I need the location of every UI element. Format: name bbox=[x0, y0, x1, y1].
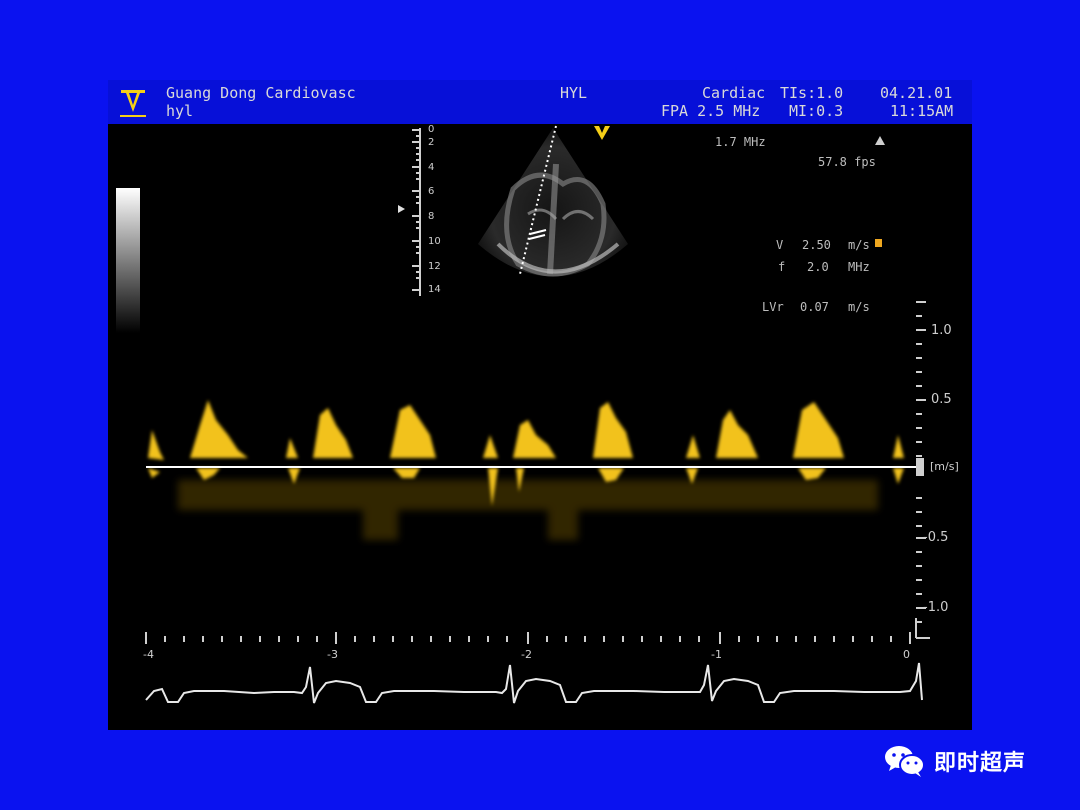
imaging-frequency: 1.7 MHz bbox=[715, 135, 766, 149]
probe-frequency: FPA 2.5 MHz bbox=[661, 102, 761, 120]
header-bar: Guang Dong Cardiovasc hyl HYL Cardiac TI… bbox=[108, 80, 972, 124]
operator-id: HYL bbox=[560, 84, 588, 102]
velocity-tick-neg1.0: -1.0 bbox=[923, 600, 949, 615]
time-axis bbox=[145, 632, 911, 644]
exam-time: 11:15AM bbox=[890, 102, 954, 120]
doppler-v-label: V bbox=[776, 238, 784, 252]
frame-rate: 57.8 fps bbox=[818, 155, 876, 169]
sector-image bbox=[478, 125, 628, 277]
doppler-f-unit: MHz bbox=[848, 260, 870, 274]
preset-name: Cardiac bbox=[702, 84, 766, 102]
doppler-f-label: f bbox=[778, 260, 786, 274]
mechanical-index: MI:0.3 bbox=[789, 102, 844, 120]
depth-label-8: 8 bbox=[428, 211, 435, 222]
velocity-unit: [m/s] bbox=[930, 460, 959, 473]
grayscale-bar bbox=[116, 188, 140, 333]
velocity-color-marker bbox=[875, 239, 882, 247]
depth-label-4: 4 bbox=[428, 162, 435, 173]
doppler-f-value: 2.0 bbox=[807, 260, 829, 274]
ultrasound-screen: Guang Dong Cardiovasc hyl HYL Cardiac TI… bbox=[108, 80, 972, 730]
thermal-index: TIs:1.0 bbox=[780, 84, 844, 102]
patient-name: hyl bbox=[166, 102, 194, 120]
velocity-tick-1.0: 1.0 bbox=[931, 323, 952, 338]
v-logo-icon bbox=[118, 84, 148, 120]
watermark: 即时超声 bbox=[884, 744, 1026, 778]
velocity-tick-0.5: 0.5 bbox=[931, 392, 952, 407]
lvr-label: LVr bbox=[762, 300, 784, 314]
depth-label-6: 6 bbox=[428, 186, 435, 197]
depth-label-14: 14 bbox=[428, 284, 441, 295]
doppler-spectrum bbox=[146, 400, 924, 540]
ecg-trace bbox=[145, 662, 923, 704]
doppler-v-value: 2.50 bbox=[802, 238, 831, 252]
velocity-scale bbox=[915, 301, 930, 639]
institution-name: Guang Dong Cardiovasc bbox=[166, 84, 356, 102]
exam-date: 04.21.01 bbox=[880, 84, 953, 102]
doppler-v-unit: m/s bbox=[848, 238, 870, 252]
lvr-unit: m/s bbox=[848, 300, 870, 314]
depth-label-0: 0 bbox=[428, 124, 435, 135]
wechat-icon bbox=[885, 746, 925, 777]
depth-label-12: 12 bbox=[428, 261, 441, 272]
depth-label-10: 10 bbox=[428, 236, 441, 247]
depth-label-2: 2 bbox=[428, 137, 435, 148]
lvr-value: 0.07 bbox=[800, 300, 829, 314]
velocity-tick-neg0.5: -0.5 bbox=[923, 530, 949, 545]
probe-orientation-icon bbox=[594, 126, 610, 140]
scroll-up-icon bbox=[875, 136, 885, 145]
watermark-text: 即时超声 bbox=[934, 751, 1027, 776]
